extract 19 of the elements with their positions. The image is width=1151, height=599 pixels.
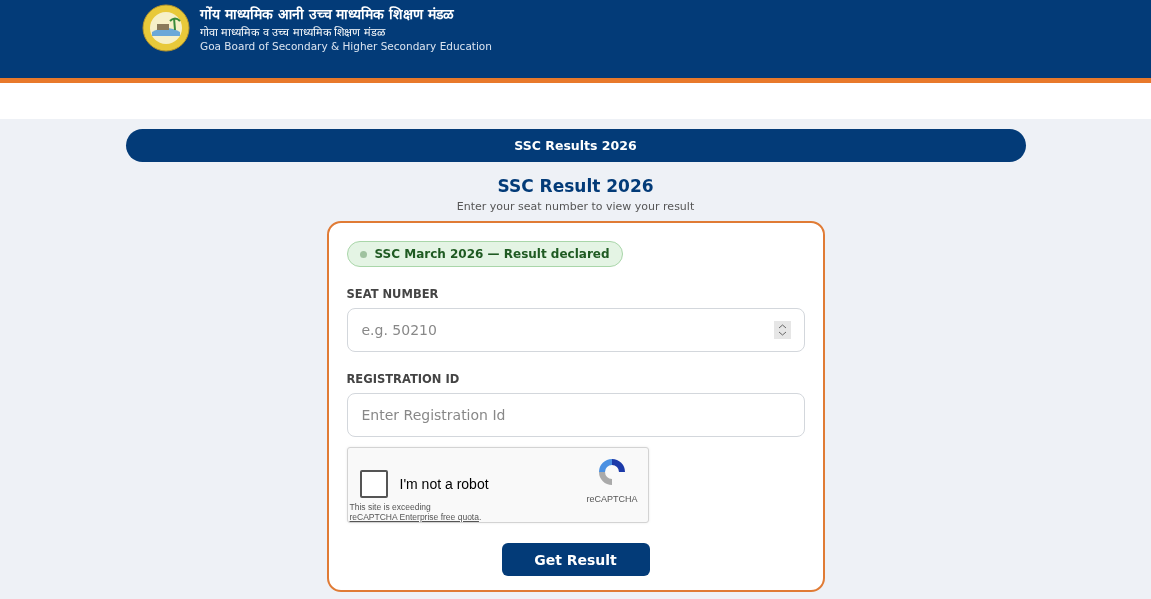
- board-emblem-drawing: [142, 4, 190, 52]
- field-label: SEAT NUMBER: [346, 287, 440, 301]
- captcha-brand: reCAPTCHA: [586, 494, 638, 504]
- status-text: SSC March 2026 — Result declared: [374, 247, 610, 261]
- board-english-name: Goa Board of Secondary & Higher Secondary Education: [200, 40, 492, 52]
- captcha-notice: This site is exceeding reCAPTCHA Enterprise free quota.: [349, 502, 483, 523]
- input-field[interactable]: e.g. 50210: [346, 308, 805, 352]
- results-banner: SSC Results 2026: [125, 129, 1026, 162]
- captcha-checkbox[interactable]: [359, 470, 388, 498]
- get-result-button[interactable]: Get Result: [501, 543, 650, 576]
- board-subtitle: गोवा माध्यमिक व उच्च माध्यमिक शिक्षण मंडळ: [200, 25, 387, 39]
- quota-link[interactable]: reCAPTCHA Enterprise free quota: [349, 512, 479, 523]
- field-label: REGISTRATION ID: [346, 372, 461, 386]
- status-dot-icon: [359, 250, 367, 258]
- input-field[interactable]: Enter Registration Id: [346, 393, 805, 437]
- page-subheading: Enter your seat number to view your result: [456, 200, 695, 213]
- captcha-label: I'm not a robot: [399, 476, 489, 492]
- board-title: गोंय माध्यमिक आनी उच्च माध्यमिक शिक्षण मंडळ: [200, 5, 456, 23]
- page-heading: SSC Result 2026: [497, 176, 654, 196]
